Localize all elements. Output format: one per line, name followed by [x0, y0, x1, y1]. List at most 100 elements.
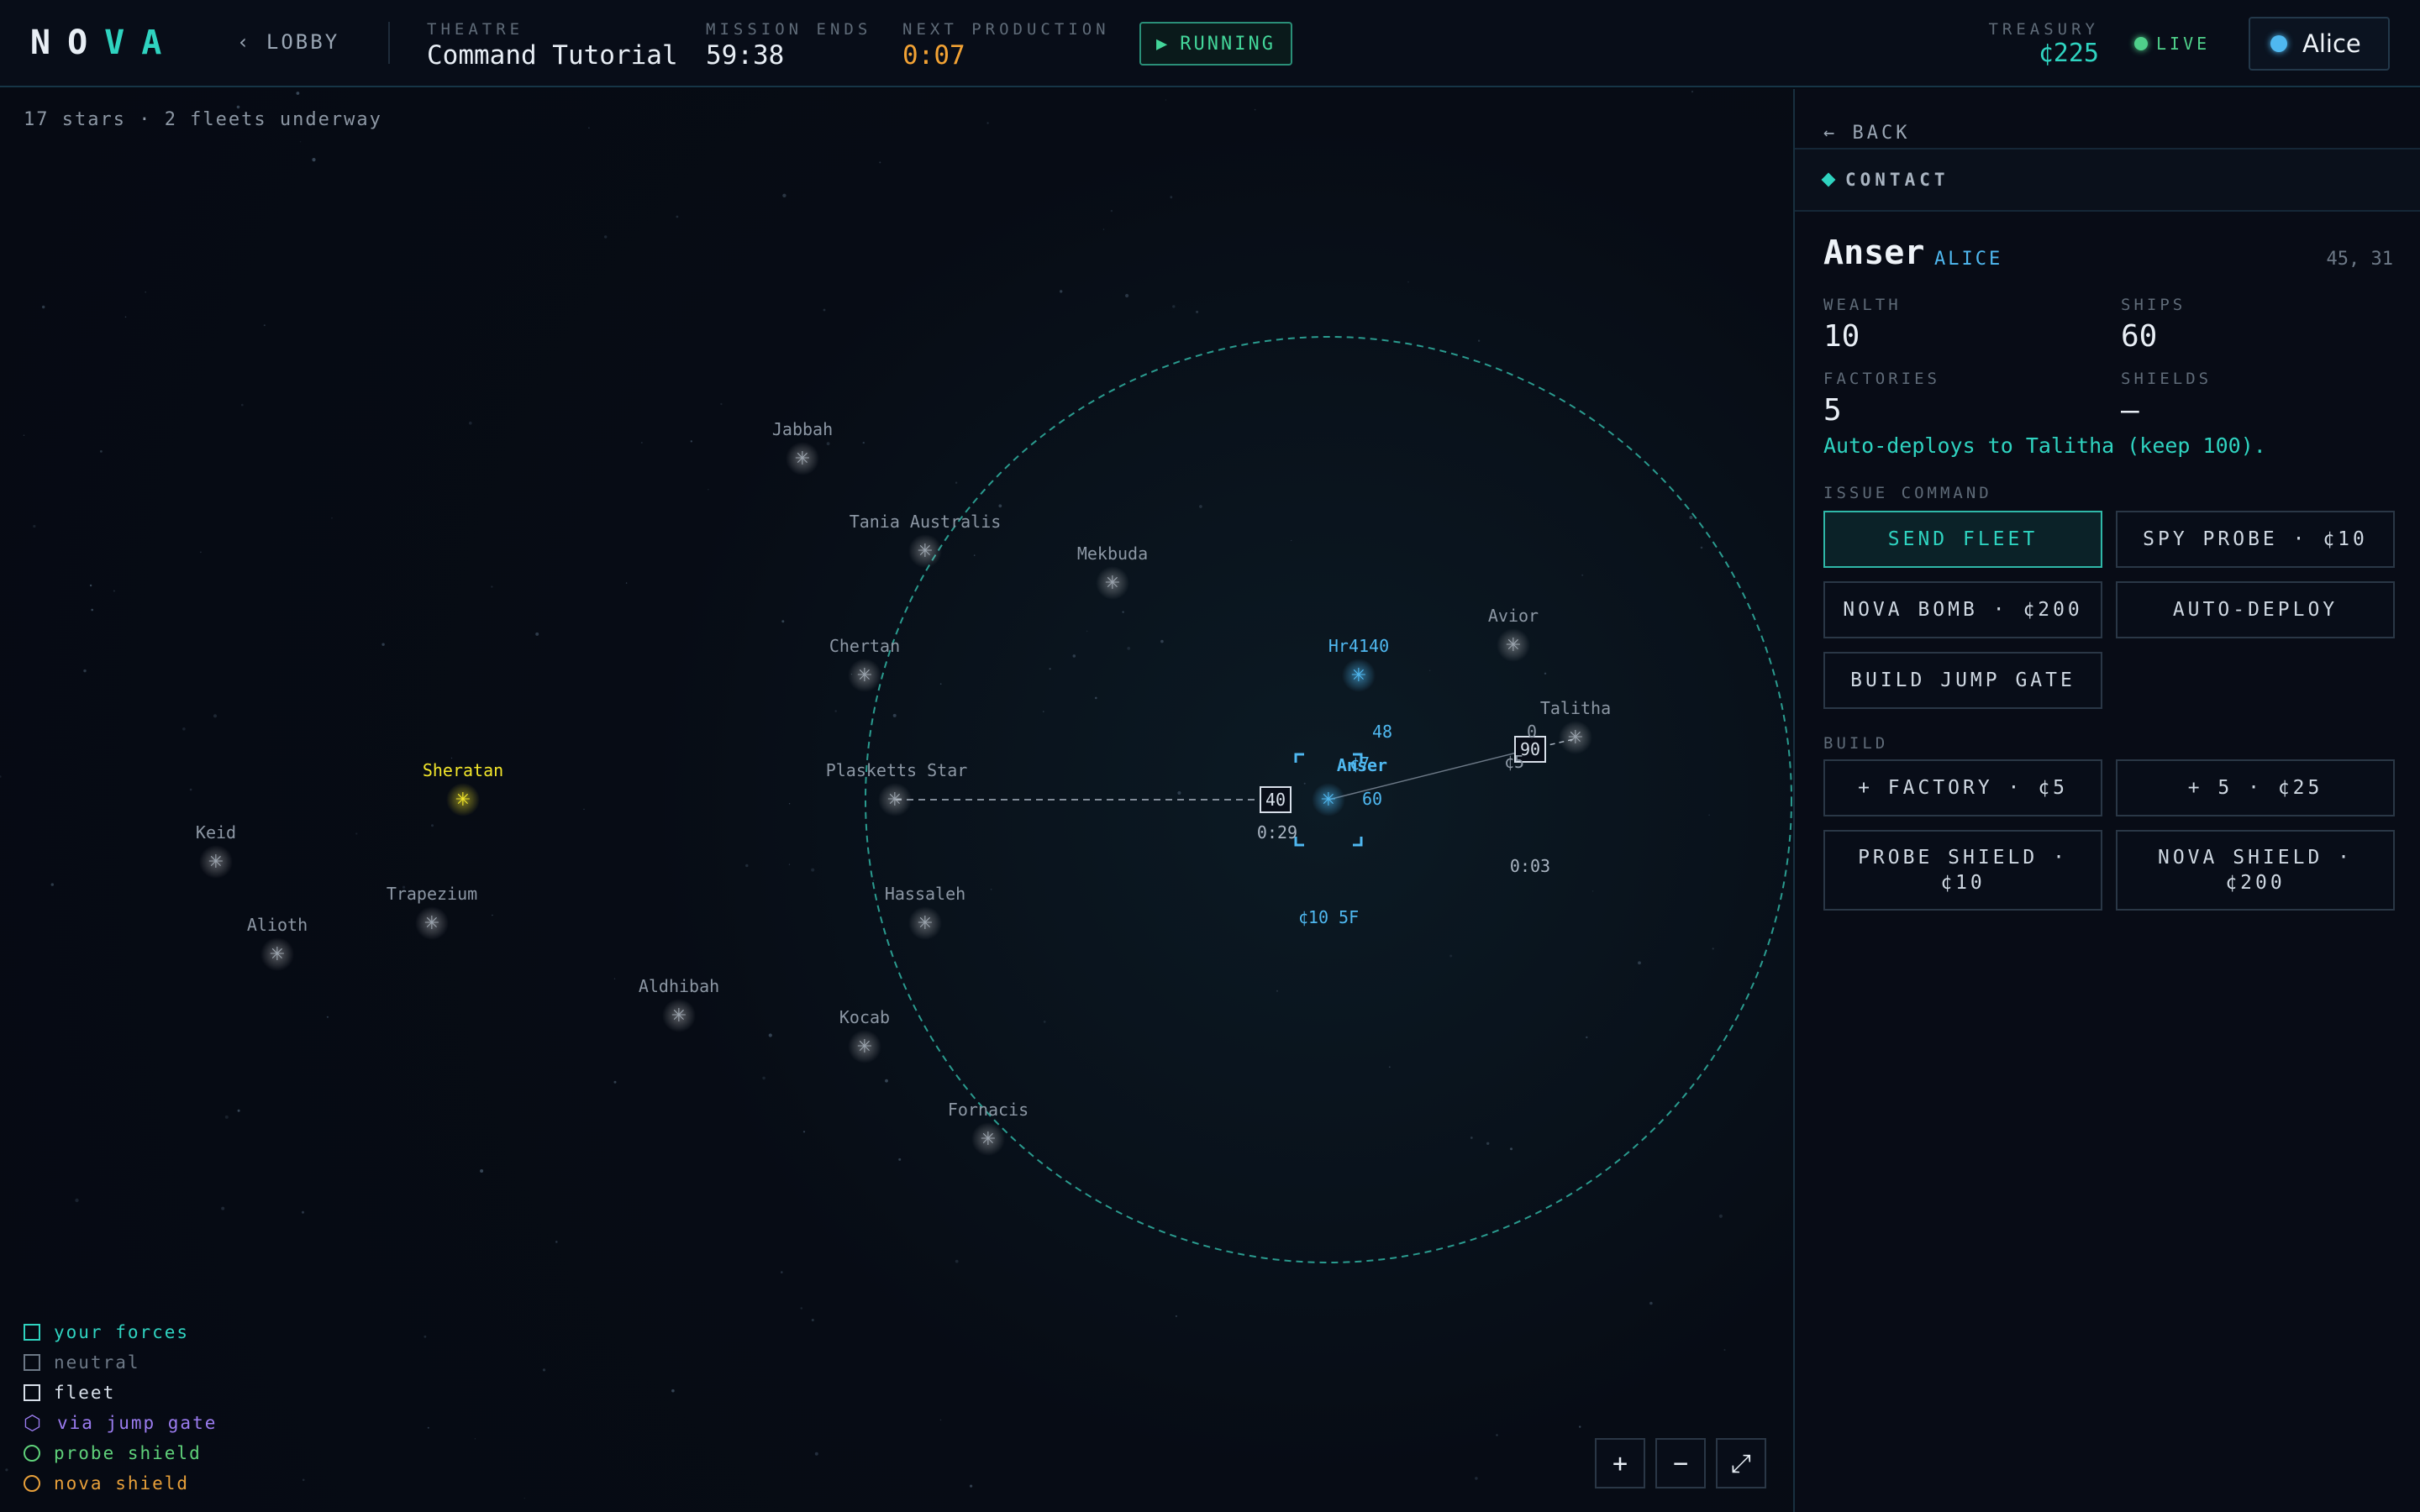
build-jump-gate-button[interactable]: BUILD JUMP GATE: [1823, 652, 2102, 709]
dust-speck: [885, 1079, 888, 1083]
dust-speck: [1086, 630, 1088, 633]
fleet-eta: 0:29: [1257, 822, 1297, 843]
galaxy-map-canvas[interactable]: ✳Jabbah✳Tania Australis✳Mekbuda✳Chertan✳…: [0, 89, 1793, 1512]
star-alioth[interactable]: ✳ Alioth: [247, 915, 308, 971]
star-label: Keid: [196, 822, 236, 843]
back-button[interactable]: ← BACK: [1823, 123, 1910, 144]
zoom-in-button[interactable]: +: [1595, 1438, 1645, 1488]
star-icon: ✳: [424, 913, 439, 934]
star-label: Hr4140: [1328, 636, 1389, 656]
user-button[interactable]: Alice: [2249, 17, 2390, 71]
star-anser[interactable]: ✳: [1312, 783, 1345, 816]
legend-item: probe shield: [24, 1438, 217, 1468]
legend-label: fleet: [54, 1383, 116, 1403]
dust-speck: [1175, 1315, 1177, 1317]
dust-speck: [75, 1198, 79, 1203]
star-trapezium[interactable]: ✳ Trapezium: [387, 884, 477, 940]
fit-view-button[interactable]: ⤢: [1716, 1438, 1766, 1488]
probe-shield-button[interactable]: PROBE SHIELD · ¢10: [1823, 830, 2102, 911]
dust-speck: [1102, 228, 1105, 230]
star-label: Kocab: [839, 1007, 890, 1027]
factories-value: 5: [1823, 393, 1842, 428]
dust-speck: [1586, 1036, 1588, 1039]
star-icon: ✳: [918, 913, 933, 934]
dust-speck: [381, 643, 385, 646]
dust-speck: [1470, 1137, 1473, 1139]
star-hassaleh[interactable]: ✳ Hassaleh: [885, 884, 965, 940]
ships-value: 60: [2121, 319, 2158, 354]
treasury-label: TREASURY: [1988, 20, 2099, 39]
mission-stat: MISSION ENDS 59:38: [706, 20, 871, 71]
star-hr4140[interactable]: ✳ Hr4140: [1328, 636, 1389, 692]
dust-speck: [312, 158, 316, 162]
build-ships-button[interactable]: + 5 · ¢25: [2116, 759, 2395, 816]
star-tania-australis[interactable]: ✳ Tania Australis: [850, 512, 1002, 568]
hexagon-icon: ⬡: [24, 1411, 43, 1435]
dust-speck: [100, 450, 103, 453]
shields-label: SHIELDS: [2121, 370, 2212, 388]
dust-speck: [83, 669, 87, 673]
star-label: Chertan: [829, 636, 900, 656]
dust-speck: [1428, 669, 1431, 671]
dust-speck: [834, 710, 837, 712]
dust-speck: [588, 127, 590, 129]
star-chertan[interactable]: ✳ Chertan: [829, 636, 900, 692]
nova-shield-button[interactable]: NOVA SHIELD · ¢200: [2116, 830, 2395, 911]
nova-bomb-button[interactable]: NOVA BOMB · ¢200: [1823, 581, 2102, 638]
dust-speck: [241, 403, 244, 407]
star-plasketts-star[interactable]: ✳ Plasketts Star: [826, 760, 968, 816]
dust-speck: [990, 889, 992, 890]
star-keid[interactable]: ✳ Keid: [196, 822, 236, 879]
dust-speck: [474, 1438, 476, 1440]
fleet-marker-1[interactable]: 40 0:29: [1257, 786, 1297, 843]
wealth-label: WEALTH: [1823, 296, 1902, 314]
play-icon: ▶: [1156, 33, 1171, 55]
dust-speck: [200, 551, 202, 554]
dust-speck: [1276, 990, 1278, 992]
star-jabbah[interactable]: ✳ Jabbah: [772, 419, 833, 475]
legend-label: via jump gate: [57, 1413, 218, 1433]
star-label: Jabbah: [772, 419, 833, 439]
square-icon: [24, 1324, 40, 1341]
build-label: BUILD: [1823, 734, 1889, 753]
dust-speck: [326, 1016, 329, 1018]
star-name: Anser: [1823, 234, 1925, 272]
dust-speck: [1095, 696, 1097, 700]
dust-speck: [91, 608, 93, 612]
star-sheratan[interactable]: ✳ Sheratan: [423, 760, 503, 816]
star-kocab[interactable]: ✳ Kocab: [839, 1007, 890, 1063]
star-talitha[interactable]: ✳ Talitha: [1540, 698, 1611, 754]
star-mekbuda[interactable]: ✳ Mekbuda: [1077, 543, 1148, 600]
dust-speck: [1510, 1147, 1512, 1151]
star-aldhibah[interactable]: ✳ Aldhibah: [639, 976, 719, 1032]
production-timer: 0:07: [902, 40, 965, 71]
send-fleet-button[interactable]: SEND FLEET: [1823, 511, 2102, 568]
dust-speck: [236, 105, 240, 109]
dust-speck: [1591, 890, 1594, 892]
dust-speck: [720, 402, 723, 406]
dust-speck: [523, 1498, 525, 1499]
zoom-out-button[interactable]: −: [1655, 1438, 1706, 1488]
dust-speck: [1199, 505, 1202, 508]
star-fornacis[interactable]: ✳ Fornacis: [948, 1100, 1028, 1156]
dust-speck: [555, 1241, 558, 1243]
galaxy-map[interactable]: ✳ Jabbah ✳ Tania Australis ✳ Mekbuda ✳ Chertan ✳…: [0, 89, 1793, 1512]
dust-speck: [1689, 516, 1693, 519]
spy-probe-button[interactable]: SPY PROBE · ¢10: [2116, 511, 2395, 568]
diamond-icon: [1821, 172, 1836, 187]
dust-speck: [1691, 91, 1694, 93]
lobby-link[interactable]: ‹ LOBBY: [237, 30, 339, 54]
running-button[interactable]: ▶ RUNNING: [1139, 22, 1292, 66]
star-icon: ✳: [887, 790, 902, 811]
star-detail-panel: ← BACK CONTACT Anser ALICE 45, 31 WEALTH…: [1793, 89, 2420, 1512]
star-avior[interactable]: ✳ Avior: [1488, 606, 1539, 662]
build-factory-button[interactable]: + FACTORY · ¢5: [1823, 759, 2102, 816]
dust-speck: [1718, 1214, 1723, 1218]
dust-speck: [302, 1478, 305, 1482]
shields-value: —: [2121, 393, 2139, 428]
legend-item: fleet: [24, 1378, 217, 1408]
auto-deploy-button[interactable]: AUTO-DEPLOY: [2116, 581, 2395, 638]
star-icon: ✳: [270, 944, 285, 965]
dust-speck: [492, 914, 493, 916]
dust-speck: [1638, 961, 1641, 965]
